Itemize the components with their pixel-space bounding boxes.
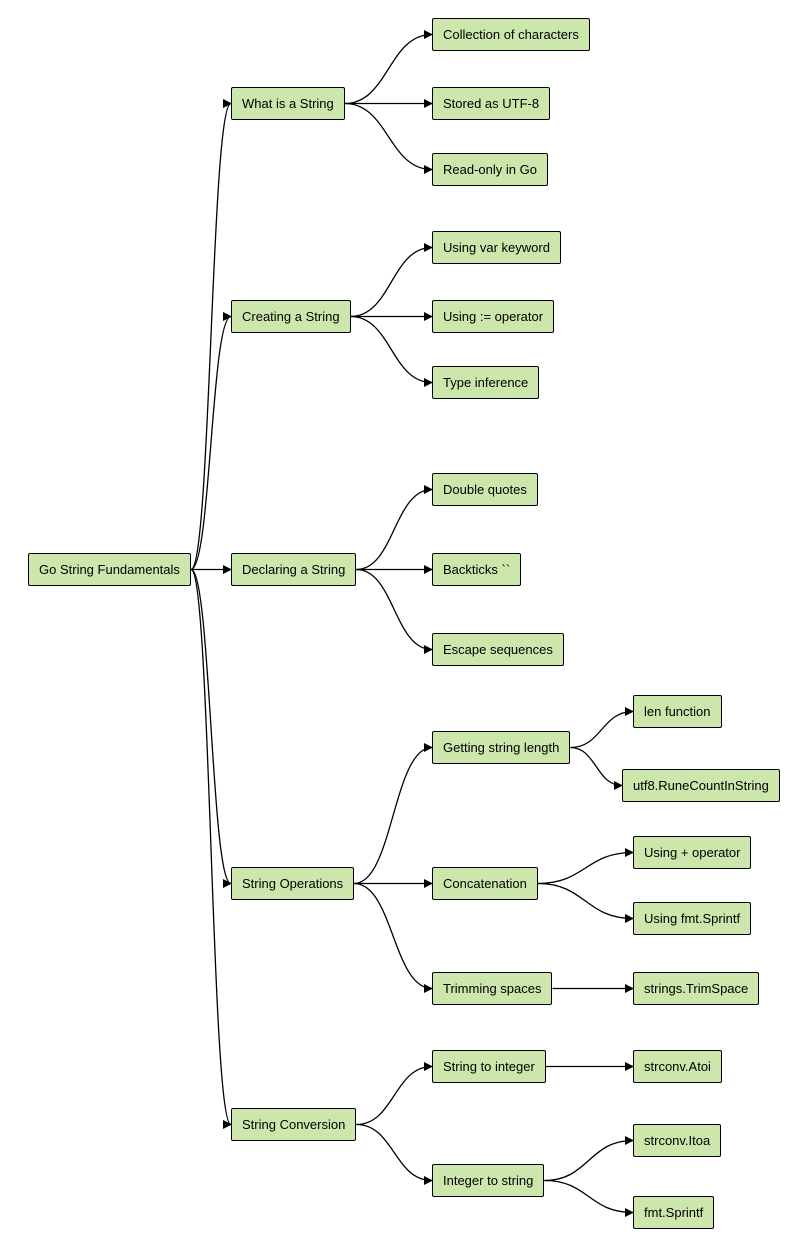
node-create_c3: Type inference xyxy=(432,366,539,399)
node-ops_concat_c2: Using fmt.Sprintf xyxy=(633,902,751,935)
node-what_c1: Collection of characters xyxy=(432,18,590,51)
node-what_c2: Stored as UTF-8 xyxy=(432,87,550,120)
edge-what-what_c3 xyxy=(345,104,432,170)
edge-ops_concat-ops_concat_c2 xyxy=(538,884,633,919)
node-declare: Declaring a String xyxy=(231,553,356,586)
node-ops_len_c2: utf8.RuneCountInString xyxy=(622,769,780,802)
node-conv_atoi: String to integer xyxy=(432,1050,546,1083)
node-ops_concat_c1: Using + operator xyxy=(633,836,751,869)
node-conv_itoa_c1: strconv.Itoa xyxy=(633,1124,721,1157)
edge-ops-ops_len xyxy=(354,748,432,884)
node-conv_atoi_c1: strconv.Atoi xyxy=(633,1050,722,1083)
node-ops: String Operations xyxy=(231,867,354,900)
edge-ops_concat-ops_concat_c1 xyxy=(538,853,633,884)
node-create_c1: Using var keyword xyxy=(432,231,561,264)
edge-create-create_c3 xyxy=(351,317,432,383)
edge-conv_itoa-conv_itoa_c2 xyxy=(544,1181,633,1213)
node-declare_c1: Double quotes xyxy=(432,473,538,506)
node-create_c2: Using := operator xyxy=(432,300,554,333)
edge-what-what_c1 xyxy=(345,35,432,104)
edge-ops_len-ops_len_c1 xyxy=(570,712,633,748)
node-ops_len: Getting string length xyxy=(432,731,570,764)
node-ops_concat: Concatenation xyxy=(432,867,538,900)
edge-create-create_c1 xyxy=(351,248,432,317)
node-conv_itoa_c2: fmt.Sprintf xyxy=(633,1196,714,1229)
edge-ops-ops_trim xyxy=(354,884,432,989)
node-conv_itoa: Integer to string xyxy=(432,1164,544,1197)
node-ops_trim_c1: strings.TrimSpace xyxy=(633,972,759,1005)
edge-conv_itoa-conv_itoa_c1 xyxy=(544,1141,633,1181)
edge-root-create xyxy=(191,317,231,570)
node-ops_len_c1: len function xyxy=(633,695,722,728)
node-declare_c3: Escape sequences xyxy=(432,633,564,666)
node-create: Creating a String xyxy=(231,300,351,333)
edge-root-ops xyxy=(191,570,231,884)
node-what: What is a String xyxy=(231,87,345,120)
node-root: Go String Fundamentals xyxy=(28,553,191,586)
node-declare_c2: Backticks `` xyxy=(432,553,521,586)
edge-declare-declare_c1 xyxy=(356,490,432,570)
edge-conv-conv_atoi xyxy=(356,1067,432,1125)
node-conv: String Conversion xyxy=(231,1108,356,1141)
edge-root-conv xyxy=(191,570,231,1125)
edge-declare-declare_c3 xyxy=(356,570,432,650)
node-ops_trim: Trimming spaces xyxy=(432,972,552,1005)
node-what_c3: Read-only in Go xyxy=(432,153,548,186)
edge-conv-conv_itoa xyxy=(356,1125,432,1181)
edge-root-what xyxy=(191,104,231,570)
edge-ops_len-ops_len_c2 xyxy=(570,748,622,786)
